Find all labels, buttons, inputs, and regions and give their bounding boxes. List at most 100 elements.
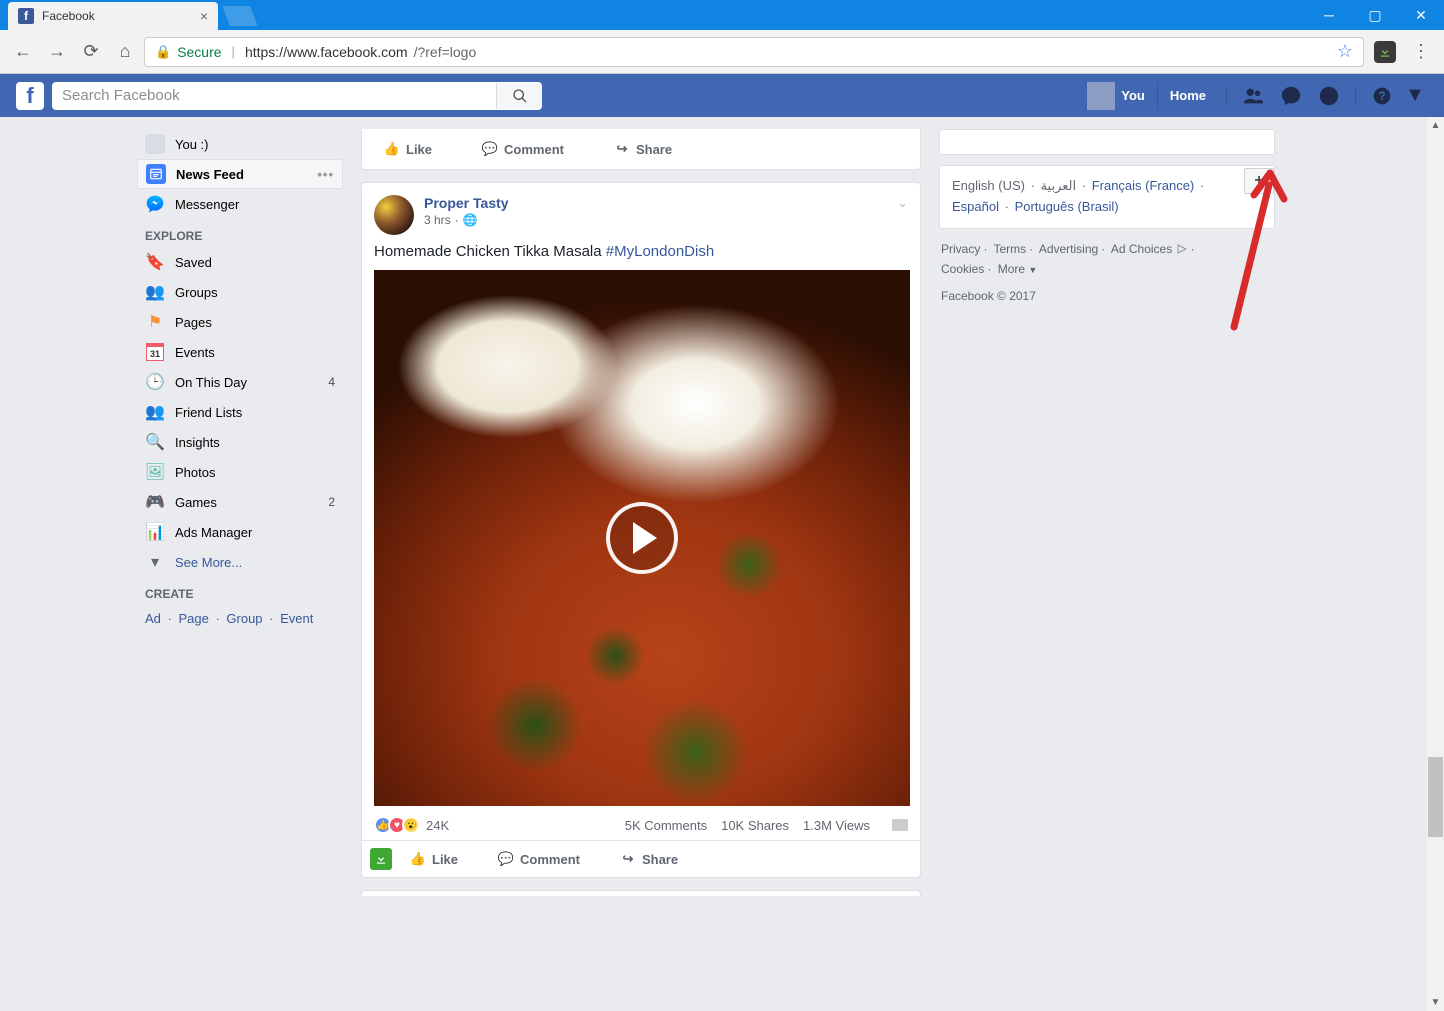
- newsfeed-options-icon[interactable]: •••: [317, 167, 334, 182]
- post-author-link[interactable]: Proper Tasty: [424, 195, 509, 211]
- language-option[interactable]: Español: [952, 199, 999, 214]
- window-minimize-button[interactable]: ─: [1306, 0, 1352, 30]
- sidebar-item-label: On This Day: [175, 375, 247, 390]
- facebook-logo[interactable]: f: [16, 82, 44, 110]
- like-button[interactable]: 👍 Like: [400, 845, 468, 873]
- sidebar-item-pages[interactable]: ⚑Pages: [137, 307, 343, 337]
- sidebar-item-label: Events: [175, 345, 215, 360]
- forward-button[interactable]: →: [42, 37, 72, 67]
- help-icon[interactable]: ?: [1368, 82, 1396, 110]
- create-link-ad[interactable]: Ad: [145, 611, 161, 626]
- comment-button[interactable]: 💬 Comment: [472, 135, 574, 163]
- friend-requests-icon[interactable]: [1239, 82, 1267, 110]
- scroll-up-icon[interactable]: ▲: [1427, 117, 1444, 134]
- create-link-event[interactable]: Event: [280, 611, 313, 626]
- search-button[interactable]: [496, 83, 542, 109]
- sidebar-item-events[interactable]: 31Events: [137, 337, 343, 367]
- left-sidebar: You :) News Feed ••• Messenger: [137, 129, 343, 1011]
- facebook-header: f You Home: [0, 74, 1444, 117]
- copyright-text: Facebook © 2017: [939, 289, 1275, 303]
- play-icon[interactable]: [606, 502, 678, 574]
- window-maximize-button[interactable]: ▢: [1352, 0, 1398, 30]
- chevron-down-icon[interactable]: ▼: [1028, 265, 1037, 275]
- comment-icon: 💬: [498, 851, 514, 867]
- sidebar-item-games[interactable]: 🎮Games2: [137, 487, 343, 517]
- language-option[interactable]: Français (France): [1092, 178, 1195, 193]
- sidebar-item-groups[interactable]: 👥Groups: [137, 277, 343, 307]
- shares-count[interactable]: 10K Shares: [721, 818, 789, 833]
- post-timestamp[interactable]: 3 hrs: [424, 213, 451, 227]
- lock-icon: 🔒: [155, 44, 171, 60]
- post-options-icon[interactable]: ⌄: [897, 195, 908, 211]
- audience-public-icon[interactable]: 🌐: [463, 213, 478, 227]
- settings-dropdown-icon[interactable]: ▼: [1406, 82, 1424, 110]
- search-input[interactable]: [52, 87, 496, 104]
- footer-link[interactable]: Cookies: [941, 262, 984, 276]
- like-button[interactable]: 👍 Like: [374, 135, 442, 163]
- tab-title: Facebook: [42, 9, 192, 23]
- sidebar-profile[interactable]: You :): [137, 129, 343, 159]
- footer-link[interactable]: More: [998, 262, 1025, 276]
- sidebar-item-icon: 👥: [145, 402, 165, 422]
- footer-link[interactable]: Ad Choices: [1111, 242, 1172, 256]
- address-bar[interactable]: 🔒 Secure | https://www.facebook.com/?ref…: [144, 37, 1364, 67]
- sidebar-see-more[interactable]: ▾ See More...: [137, 547, 343, 577]
- add-language-button[interactable]: +: [1244, 168, 1274, 194]
- download-extension-icon[interactable]: [1374, 41, 1396, 63]
- reactions-summary[interactable]: 👍 ♥ 😮: [374, 816, 420, 834]
- home-link[interactable]: Home: [1157, 82, 1218, 110]
- scroll-down-icon[interactable]: ▼: [1427, 994, 1444, 1011]
- sidebar-messenger[interactable]: Messenger: [137, 189, 343, 219]
- bookmark-star-icon[interactable]: ☆: [1337, 41, 1353, 62]
- sidebar-item-icon: 🖼: [145, 462, 165, 482]
- browser-menu-button[interactable]: ⋮: [1406, 41, 1436, 62]
- post-hashtag-link[interactable]: #MyLondonDish: [606, 243, 714, 260]
- sidebar-item-icon: 🔖: [145, 252, 165, 272]
- footer-link[interactable]: Terms: [993, 242, 1026, 256]
- messages-icon[interactable]: [1277, 82, 1305, 110]
- create-link-page[interactable]: Page: [178, 611, 208, 626]
- thumbs-up-icon: 👍: [410, 851, 426, 867]
- notifications-icon[interactable]: [1315, 82, 1343, 110]
- back-button[interactable]: ←: [8, 37, 38, 67]
- share-icon: ↪: [620, 851, 636, 867]
- sidebar-item-insights[interactable]: 🔍Insights: [137, 427, 343, 457]
- footer-link[interactable]: Privacy: [941, 242, 980, 256]
- sidebar-item-icon: 🔍: [145, 432, 165, 452]
- home-button[interactable]: ⌂: [110, 37, 140, 67]
- footer-link[interactable]: Advertising: [1039, 242, 1098, 256]
- page-scrollbar[interactable]: ▲ ▼: [1427, 117, 1444, 1011]
- sidebar-item-friend-lists[interactable]: 👥 Friend Lists: [137, 397, 343, 427]
- sidebar-item-label: Friend Lists: [175, 405, 242, 420]
- sidebar-item-label: Pages: [175, 315, 212, 330]
- comments-count[interactable]: 5K Comments: [625, 818, 707, 833]
- create-link-group[interactable]: Group: [226, 611, 262, 626]
- language-option[interactable]: العربية: [1041, 178, 1077, 193]
- sidebar-item-ads-manager[interactable]: 📊Ads Manager: [137, 517, 343, 547]
- window-close-button[interactable]: ✕: [1398, 0, 1444, 30]
- sidebar-item-on-this-day[interactable]: 🕒On This Day4: [137, 367, 343, 397]
- share-button[interactable]: ↪ Share: [604, 135, 682, 163]
- language-option[interactable]: Português (Brasil): [1015, 199, 1119, 214]
- profile-link[interactable]: You: [1077, 82, 1155, 110]
- sidebar-create-header: CREATE: [137, 577, 343, 605]
- reload-button[interactable]: ⟳: [76, 37, 106, 67]
- comment-button[interactable]: 💬 Comment: [488, 845, 590, 873]
- right-sidebar: English (US) · العربية · Français (Franc…: [939, 129, 1275, 1011]
- sidebar-item-saved[interactable]: 🔖Saved: [137, 247, 343, 277]
- post-video[interactable]: [374, 270, 910, 806]
- new-tab-button[interactable]: [222, 6, 257, 26]
- browser-tab[interactable]: f Facebook ×: [8, 2, 218, 30]
- share-button[interactable]: ↪ Share: [610, 845, 688, 873]
- post-author-avatar[interactable]: [374, 195, 414, 235]
- tab-close-icon[interactable]: ×: [200, 8, 208, 24]
- sidebar-newsfeed[interactable]: News Feed •••: [137, 159, 343, 189]
- views-count: 1.3M Views: [803, 818, 870, 833]
- views-chart-icon[interactable]: [892, 819, 908, 831]
- sidebar-item-photos[interactable]: 🖼Photos: [137, 457, 343, 487]
- reactions-count[interactable]: 24K: [426, 818, 449, 833]
- scroll-thumb[interactable]: [1428, 757, 1443, 837]
- download-post-button[interactable]: [370, 848, 392, 870]
- language-selector-card: English (US) · العربية · Français (Franc…: [939, 165, 1275, 229]
- chevron-down-icon: ▾: [145, 552, 165, 572]
